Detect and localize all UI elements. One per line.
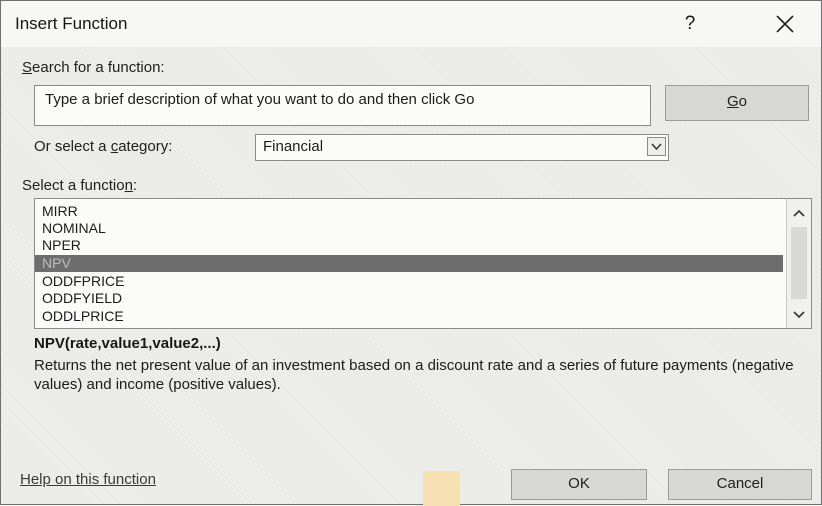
cancel-button[interactable]: Cancel [668,469,812,500]
help-button[interactable]: ? [673,9,707,39]
function-list-label: Select a function: [22,177,138,194]
insert-function-dialog: Insert Function ? Search for a function:… [0,0,822,506]
category-label: Or select a category: [34,138,173,155]
scroll-up-button[interactable] [789,203,809,223]
dropdown-arrow-button[interactable] [647,137,666,156]
category-dropdown[interactable]: Financial [255,134,669,161]
close-button[interactable] [765,9,805,39]
search-label: Search for a function: [22,59,165,76]
decorative-mark [423,471,460,506]
close-icon [776,15,794,33]
search-input[interactable]: Type a brief description of what you wan… [34,85,651,126]
list-item-nominal[interactable]: NOMINAL [42,220,782,237]
scroll-down-button[interactable] [789,304,809,324]
chevron-up-icon [793,209,805,217]
list-scrollbar[interactable] [786,199,811,328]
function-list[interactable]: MIRR NOMINAL NPER NPV ODDFPRICE ODDFYIEL… [34,198,812,329]
list-item-npv-selected[interactable]: NPV [35,255,783,272]
chevron-down-icon [651,143,662,151]
function-description: Returns the net present value of an inve… [34,357,794,393]
category-value: Financial [263,138,324,155]
list-item-oddfprice[interactable]: ODDFPRICE [42,273,782,290]
go-button[interactable]: Go [665,85,809,121]
list-item-nper[interactable]: NPER [42,237,782,254]
ok-button[interactable]: OK [511,469,647,500]
scroll-thumb[interactable] [791,227,807,299]
dialog-title: Insert Function [15,14,128,33]
function-syntax: NPV(rate,value1,value2,...) [34,335,221,352]
chevron-down-icon [793,311,805,319]
list-item-oddfyield[interactable]: ODDFYIELD [42,290,782,307]
list-item-mirr[interactable]: MIRR [42,203,782,220]
title-bar: Insert Function ? [1,1,821,47]
help-on-function-link[interactable]: Help on this function [20,471,156,488]
list-item-oddlprice[interactable]: ODDLPRICE [42,308,782,325]
